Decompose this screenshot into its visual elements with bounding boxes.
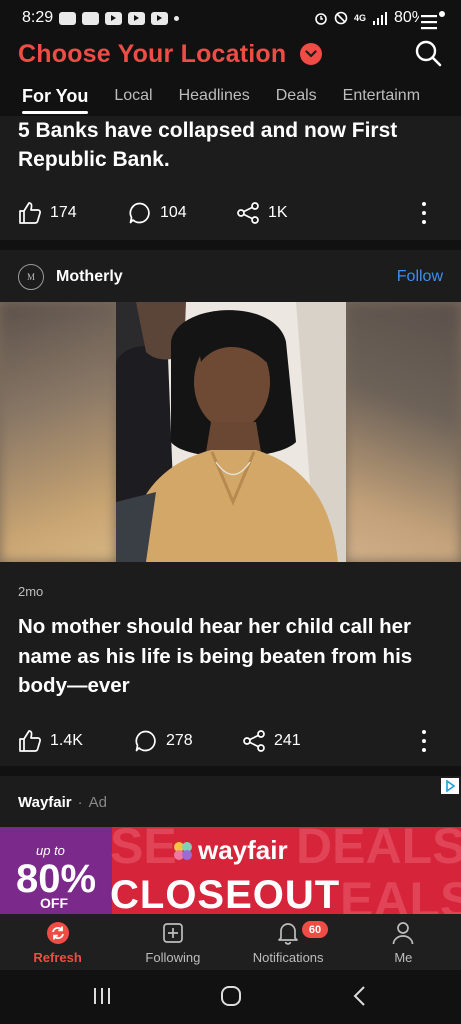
more-options-icon[interactable] [421,730,427,752]
like-count: 1.4K [50,732,83,749]
person-icon [390,920,416,946]
bottom-nav: Refresh Following 60 Notifications Me [0,914,461,970]
separator-dot: · [77,794,83,811]
ad-off: OFF [40,895,68,911]
nav-label: Me [394,950,413,965]
comment-button[interactable]: 104 [128,201,187,225]
system-nav-bar [0,970,461,1024]
comment-count: 104 [160,204,187,221]
ad-bg-word: SE [110,827,177,874]
news-card[interactable]: M Motherly Follow 2mo No mother should h… [0,250,461,766]
ad-headline: CLOSEOUT [110,873,341,914]
nav-following[interactable]: Following [115,914,230,970]
plus-square-icon [160,920,186,946]
adchoices-icon[interactable] [441,778,459,794]
card-actions: 174 104 1K [0,198,461,228]
ad-brand-name: wayfair [198,835,288,865]
article-age: 2mo [18,584,44,599]
ad-label: Ad [88,794,107,811]
nav-refresh[interactable]: Refresh [0,914,115,970]
ad-brand: wayfair [172,835,288,866]
back-icon[interactable] [350,985,370,1007]
share-count: 1K [268,204,288,221]
share-button[interactable]: 1K [236,201,288,225]
more-options-icon[interactable] [421,202,427,224]
notification-app-icon [59,11,77,25]
follow-button[interactable]: Follow [397,268,443,286]
notification-badge: 60 [301,921,328,938]
source-logo[interactable]: M [18,264,44,290]
ad-banner-discount: up to 80% OFF [0,827,112,914]
notification-app-icon [82,11,100,25]
article-image[interactable] [0,302,461,562]
bell-icon [275,920,301,946]
location-title[interactable]: Choose Your Location [18,40,286,69]
ad-source: Wayfair · Ad [18,794,107,811]
image-blur-right [345,302,461,562]
signal-icon [372,11,387,25]
comment-icon [135,730,156,752]
article-title[interactable]: No mother should hear her child call her… [18,612,448,701]
youtube-icon [105,11,123,25]
thumbs-up-icon [19,202,41,224]
news-card[interactable]: 5 Banks have collapsed and now First Rep… [0,116,461,240]
search-icon[interactable] [413,38,443,68]
tab-headlines[interactable]: Headlines [179,76,250,116]
share-count: 241 [274,732,301,749]
nav-label: Refresh [33,950,82,965]
nav-notifications[interactable]: 60 Notifications [231,914,346,970]
status-left: 8:29 [22,9,180,27]
advertiser-name[interactable]: Wayfair [18,794,72,811]
tab-menu-button[interactable] [419,8,447,34]
alarm-icon [315,13,327,25]
youtube-icon [128,11,146,25]
recent-apps-icon[interactable] [92,985,112,1007]
woman-portrait-image [116,302,346,562]
share-icon [237,202,259,224]
card-actions: 1.4K 278 241 [0,726,461,756]
wayfair-logo-icon [174,841,192,860]
source-row: M Motherly [18,262,123,292]
chevron-down-icon[interactable] [300,43,323,65]
image-blur-left [0,302,116,562]
category-tabs: For You Local Headlines Deals Entertainm [0,76,461,116]
tab-entertainment[interactable]: Entertainm [343,76,420,116]
nav-label: Following [145,950,201,965]
home-icon[interactable] [219,985,243,1007]
like-button[interactable]: 174 [18,201,77,225]
comment-icon [129,202,150,224]
share-icon [243,730,265,752]
like-button[interactable]: 1.4K [18,729,83,753]
youtube-icon [151,11,169,25]
like-count: 174 [50,204,77,221]
mute-icon [334,11,348,25]
menu-icon [421,11,445,30]
tab-local[interactable]: Local [114,76,152,116]
ad-banner[interactable]: up to 80% OFF SE DEALS EALS wayfair CLOS… [0,827,461,914]
comment-button[interactable]: 278 [134,729,193,753]
clock: 8:29 [22,9,54,26]
ad-up-to: up to [36,843,65,858]
thumbs-up-icon [19,730,41,752]
network-type: 4G [353,12,366,23]
more-notifications-dot [174,15,180,21]
ad-bg-word: DEALS [296,827,461,874]
comment-count: 278 [166,732,193,749]
article-title[interactable]: 5 Banks have collapsed and now First Rep… [18,116,438,174]
source-name[interactable]: Motherly [56,268,123,286]
refresh-icon [45,920,71,946]
ad-card[interactable]: Wayfair · Ad up to 80% OFF SE DEALS EALS w… [0,776,461,914]
tab-for-you[interactable]: For You [22,76,89,116]
tab-deals[interactable]: Deals [276,76,317,116]
ad-bg-word: EALS [340,872,461,914]
status-bar: 8:29 4G 80% [0,0,461,36]
nav-label: Notifications [252,950,324,965]
nav-me[interactable]: Me [346,914,461,970]
share-button[interactable]: 241 [242,729,301,753]
app-header: Choose Your Location [0,36,461,72]
